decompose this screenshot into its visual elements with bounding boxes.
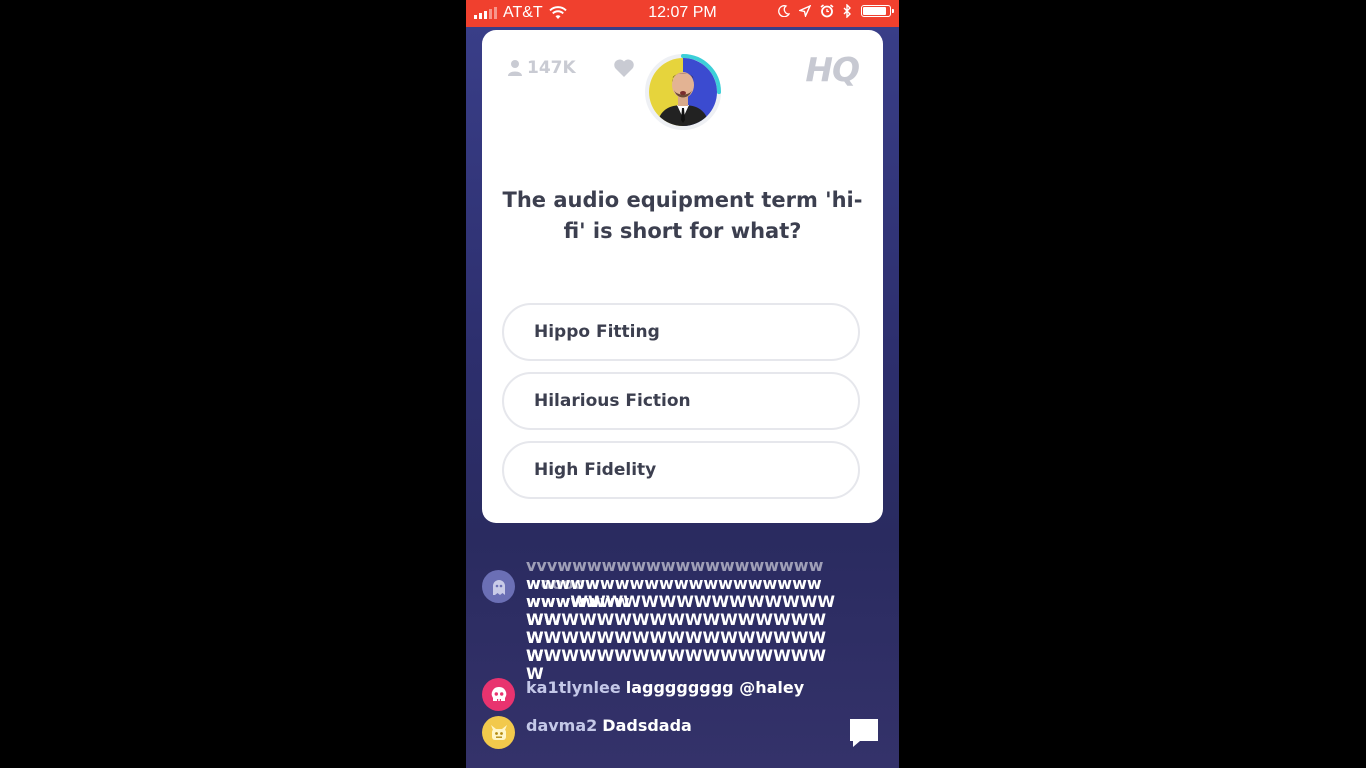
chat-avatar [482, 570, 515, 603]
phone-screen: AT&T 12:07 PM 147K HQ The audio equipmen… [466, 0, 899, 768]
status-bar: AT&T 12:07 PM [466, 0, 899, 27]
moon-icon [778, 5, 790, 17]
wifi-icon [549, 6, 567, 19]
chat-username[interactable]: ka1tlynlee [526, 678, 621, 697]
chat-username[interactable]: davma2 [526, 716, 597, 735]
battery-icon [861, 5, 894, 17]
person-icon [508, 60, 522, 76]
carrier-name: AT&T [503, 4, 543, 21]
battery-level [863, 7, 886, 15]
carrier-group: AT&T [474, 4, 567, 22]
answer-option-3[interactable]: High Fidelity [502, 441, 860, 499]
chat-text: ka1tlynlee lagggggggg @haley [526, 678, 804, 697]
answer-label: High Fidelity [534, 460, 657, 480]
answer-label: Hippo Fitting [534, 322, 660, 342]
viewer-count-label: 147K [527, 58, 576, 78]
hq-logo: HQ [805, 50, 860, 89]
answer-option-2[interactable]: Hilarious Fiction [502, 372, 860, 430]
viewer-count: 147K [507, 58, 576, 78]
answer-option-1[interactable]: Hippo Fitting [502, 303, 860, 361]
ghost-icon [492, 579, 505, 595]
chat-avatar [482, 716, 515, 749]
question-text: The audio equipment term 'hi-fi' is shor… [502, 188, 863, 243]
status-icons [778, 4, 894, 18]
host-avatar-timer [645, 52, 721, 132]
monster-icon [490, 724, 507, 740]
location-icon [799, 5, 811, 17]
bluetooth-icon [843, 4, 851, 18]
host-avatar [649, 58, 717, 126]
signal-icon [474, 7, 497, 19]
chat-avatar [482, 678, 515, 711]
heart-icon[interactable] [613, 58, 635, 78]
alarm-icon [820, 4, 834, 18]
skull-icon [491, 686, 506, 701]
chat-body: Dadsdada [602, 716, 692, 735]
chat-text: davma2 Dadsdada [526, 716, 692, 735]
answer-label: Hilarious Fiction [534, 391, 691, 411]
chat-bubble-icon[interactable] [847, 716, 881, 750]
question-card: 147K HQ The audio equipment term 'hi-fi'… [482, 30, 883, 523]
chat-body: lagggggggg @haley [625, 678, 805, 697]
